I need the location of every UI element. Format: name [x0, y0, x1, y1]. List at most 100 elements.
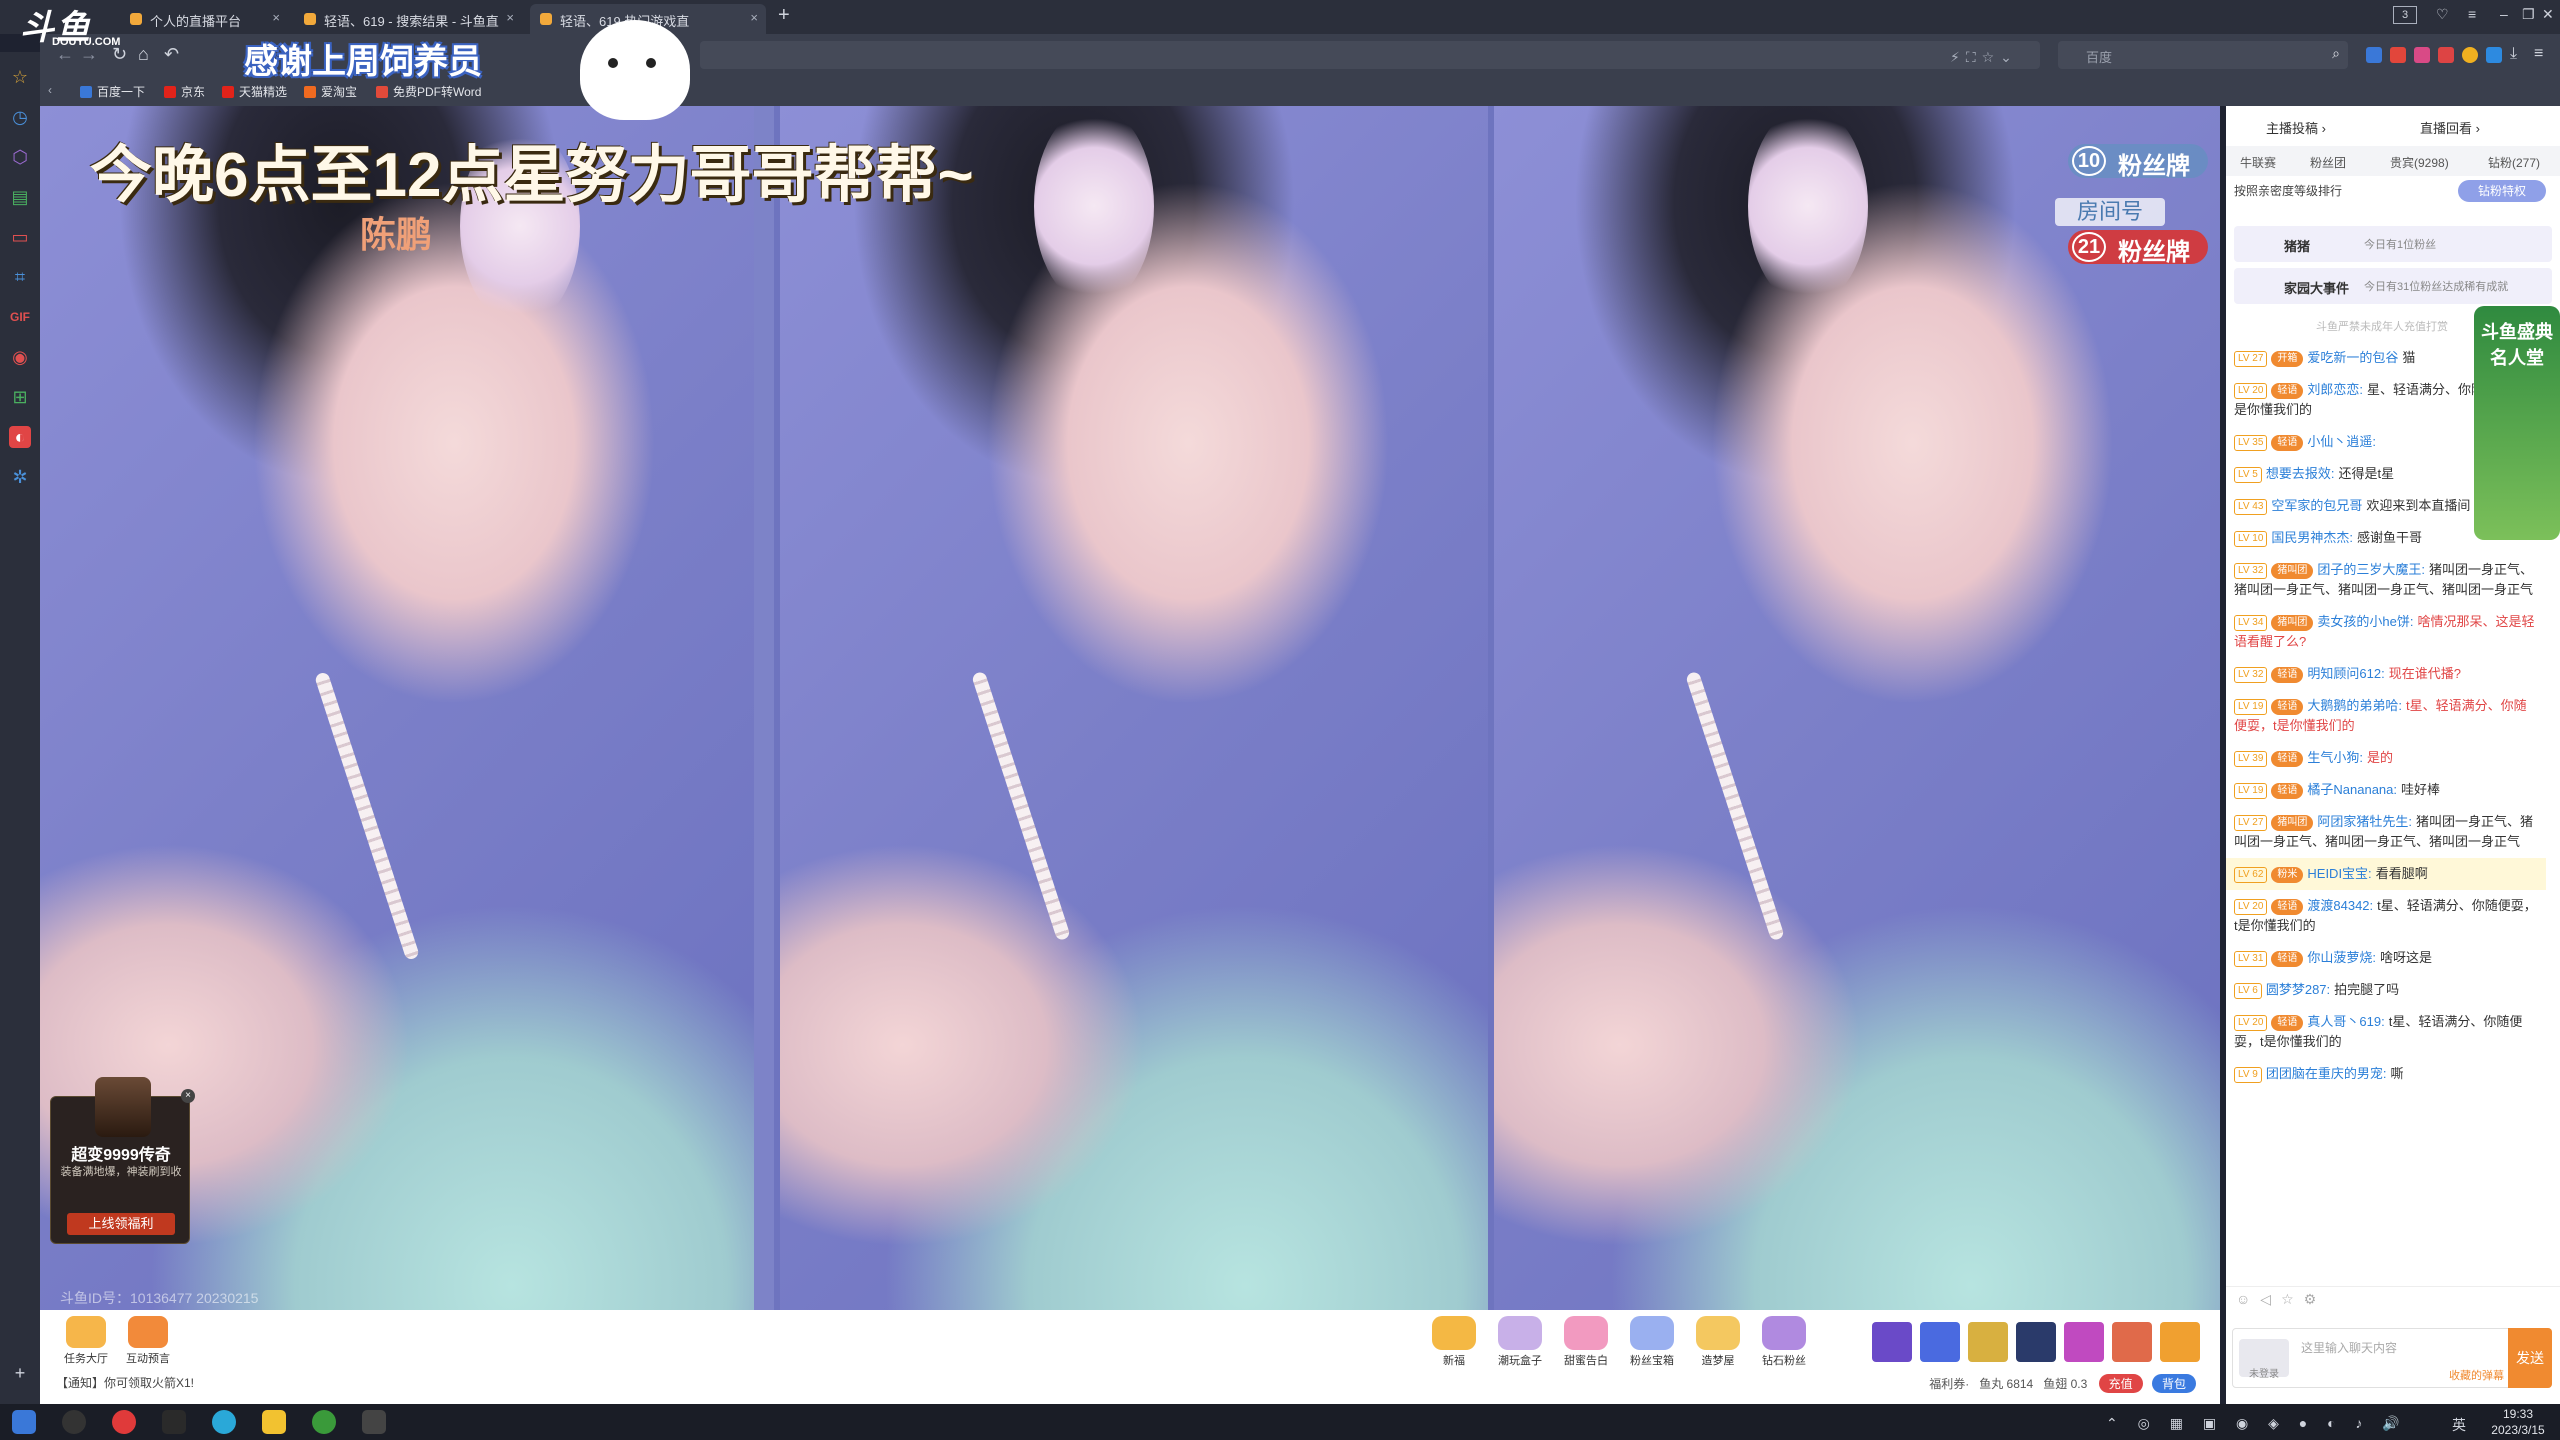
system-tray-icons[interactable]: ⌃ ◎ ▦ ▣ ◉ ◈ ● ◐ ♪ 🔊	[2106, 1415, 2408, 1432]
anchor-submit-link[interactable]: 主播投稿 ›	[2266, 118, 2326, 137]
douyu-icon[interactable]: ◐	[9, 426, 31, 448]
chat-username[interactable]: 真人哥丶619:	[2307, 1014, 2384, 1029]
chat-username[interactable]: 国民男神杰杰:	[2271, 530, 2353, 545]
app-icon[interactable]	[362, 1410, 386, 1434]
netease-music-icon[interactable]	[112, 1410, 136, 1434]
tab-close-icon[interactable]: ×	[750, 10, 758, 25]
search-icon[interactable]: ⌕	[2332, 45, 2340, 62]
tab-close-icon[interactable]: ×	[506, 10, 514, 25]
minimize-icon[interactable]: –	[2500, 6, 2508, 22]
notes-icon[interactable]: ▤	[9, 186, 31, 208]
app-icon[interactable]	[262, 1410, 286, 1434]
chat-username[interactable]: 渡渡84342:	[2307, 898, 2373, 913]
chat-username[interactable]: 小仙丶逍遥:	[2307, 434, 2376, 449]
tab-diamond-fans[interactable]: 钻粉(277)	[2488, 154, 2540, 171]
pack-item-icon[interactable]	[2016, 1322, 2056, 1362]
tab-count-badge[interactable]: 3	[2393, 6, 2417, 24]
crop-icon[interactable]	[2486, 47, 2502, 63]
taskbar-clock[interactable]: 19:33 2023/3/15	[2478, 1406, 2558, 1438]
ime-indicator[interactable]: 英	[2452, 1415, 2466, 1435]
chat-username[interactable]: 你山菠萝烧:	[2307, 950, 2376, 965]
extension-icon[interactable]	[2390, 47, 2406, 63]
settings-icon[interactable]: ⚙	[2304, 1291, 2327, 1307]
chat-username[interactable]: 明知顾问612:	[2307, 666, 2384, 681]
gift-item[interactable]: 造梦屋	[1688, 1316, 1748, 1368]
search-box[interactable]: 百度 ⌕	[2058, 41, 2348, 69]
maximize-icon[interactable]: ❐	[2522, 6, 2535, 23]
chat-username[interactable]: 卖女孩的小he饼:	[2317, 614, 2413, 629]
ad-claim-button[interactable]: 上线领福利	[67, 1213, 175, 1235]
record-icon[interactable]: ◉	[9, 346, 31, 368]
edge-icon[interactable]	[212, 1410, 236, 1434]
browser-tab[interactable]: 轻语、619 - 搜索结果 - 斗鱼直 ×	[294, 4, 522, 34]
extension-icon[interactable]	[2366, 47, 2382, 63]
gift-item[interactable]: 钻石粉丝	[1754, 1316, 1814, 1368]
chat-username[interactable]: 阿团家猪牡先生:	[2317, 814, 2412, 829]
featured-banner[interactable]: 家园大事件 今日有31位粉丝达成稀有成就	[2234, 268, 2552, 304]
pack-item-icon[interactable]	[1920, 1322, 1960, 1362]
saved-danmaku-link[interactable]: 收藏的弹幕	[2449, 1367, 2504, 1383]
gift-item[interactable]: 甜蜜告白	[1556, 1316, 1616, 1368]
prediction-button[interactable]: 互动预言	[120, 1316, 176, 1366]
app-icon[interactable]	[162, 1410, 186, 1434]
task-hall-button[interactable]: 任务大厅	[58, 1316, 114, 1366]
chat-input-box[interactable]: 未登录 这里输入聊天内容 收藏的弹幕 发送	[2232, 1328, 2552, 1388]
tab-fan-group[interactable]: 粉丝团	[2310, 154, 2346, 171]
volume-icon[interactable]: ◁	[2260, 1291, 2281, 1307]
pack-item-icon[interactable]	[2112, 1322, 2152, 1362]
crop-icon[interactable]: ⌗	[9, 266, 31, 288]
address-bar[interactable]	[700, 41, 2040, 69]
chat-username[interactable]: 想要去报效:	[2266, 466, 2335, 481]
diamond-privilege-button[interactable]: 钻粉特权	[2458, 180, 2546, 202]
new-tab-button[interactable]: +	[778, 4, 790, 27]
replay-link[interactable]: 直播回看 ›	[2420, 118, 2480, 137]
pack-item-icon[interactable]	[1872, 1322, 1912, 1362]
browser-tab[interactable]: 个人的直播平台 ×	[120, 4, 288, 34]
featured-banner[interactable]: 猪猪 今日有1位粉丝	[2234, 226, 2552, 262]
gift-item[interactable]: 粉丝宝箱	[1622, 1316, 1682, 1368]
extension-icon[interactable]	[2438, 47, 2454, 63]
bookmark-icon[interactable]: ▭	[9, 226, 31, 248]
tab-close-icon[interactable]: ×	[272, 10, 280, 25]
address-actions-icon[interactable]: ⚡⛶☆⌄	[1950, 49, 2018, 66]
star-icon[interactable]: ☆	[9, 66, 31, 88]
avatar[interactable]: 未登录	[2239, 1339, 2289, 1380]
chat-username[interactable]: 大鹅鹅的弟弟哈:	[2307, 698, 2402, 713]
tab-vip[interactable]: 贵宾(9298)	[2390, 154, 2449, 171]
chat-username[interactable]: 团团脑在重庆的男宠:	[2266, 1066, 2387, 1081]
start-icon[interactable]	[12, 1410, 36, 1434]
bookmark-item[interactable]: 京东	[164, 83, 205, 100]
bookmark-item[interactable]: 爱淘宝	[304, 83, 357, 100]
gift-item[interactable]: 潮玩盒子	[1490, 1316, 1550, 1368]
apps-icon[interactable]: ⊞	[9, 386, 31, 408]
tab-league[interactable]: 牛联赛	[2240, 154, 2276, 171]
gift-icon[interactable]: ☆	[2281, 1291, 2304, 1307]
chrome-icon[interactable]	[312, 1410, 336, 1434]
pack-item-icon[interactable]	[1968, 1322, 2008, 1362]
recharge-button[interactable]: 充值	[2098, 1374, 2143, 1393]
settings-menu-icon[interactable]: ≡	[2534, 46, 2550, 63]
pack-item-icon[interactable]	[2160, 1322, 2200, 1362]
add-icon[interactable]: +	[9, 1362, 31, 1384]
bookmark-item[interactable]: 天猫精选	[222, 83, 287, 100]
shirt-icon[interactable]: ♡	[2436, 6, 2449, 23]
chat-username[interactable]: 刘郎恋恋:	[2307, 382, 2363, 397]
tools-icon[interactable]: ✲	[9, 466, 31, 488]
chat-username[interactable]: 圆梦梦287:	[2266, 982, 2330, 997]
send-button[interactable]: 发送	[2508, 1328, 2552, 1388]
app-icon[interactable]	[62, 1410, 86, 1434]
pack-item-icon[interactable]	[2064, 1322, 2104, 1362]
gif-icon[interactable]: GIF	[9, 306, 31, 328]
bookmark-item[interactable]: 免费PDF转Word	[376, 83, 481, 100]
chat-username[interactable]: 空军家的包兄哥	[2271, 498, 2362, 513]
chat-username[interactable]: HEIDI宝宝:	[2307, 866, 2371, 881]
chat-username[interactable]: 爱吃新一的包谷	[2307, 350, 2398, 365]
chat-username[interactable]: 生气小狗:	[2307, 750, 2363, 765]
video-player[interactable]: 今晚6点至12点星努力哥哥帮帮~ 陈鹏 房间号 10 粉丝牌 21 粉丝牌 斗鱼…	[40, 106, 2220, 1310]
moon-icon[interactable]	[2462, 47, 2478, 63]
emoji-icon[interactable]: ☺	[2236, 1291, 2260, 1307]
menu-icon[interactable]: ≡	[2468, 6, 2476, 22]
undo-icon[interactable]: ↶	[164, 44, 179, 65]
history-icon[interactable]: ◷	[9, 106, 31, 128]
gift-item[interactable]: 新福	[1424, 1316, 1484, 1368]
